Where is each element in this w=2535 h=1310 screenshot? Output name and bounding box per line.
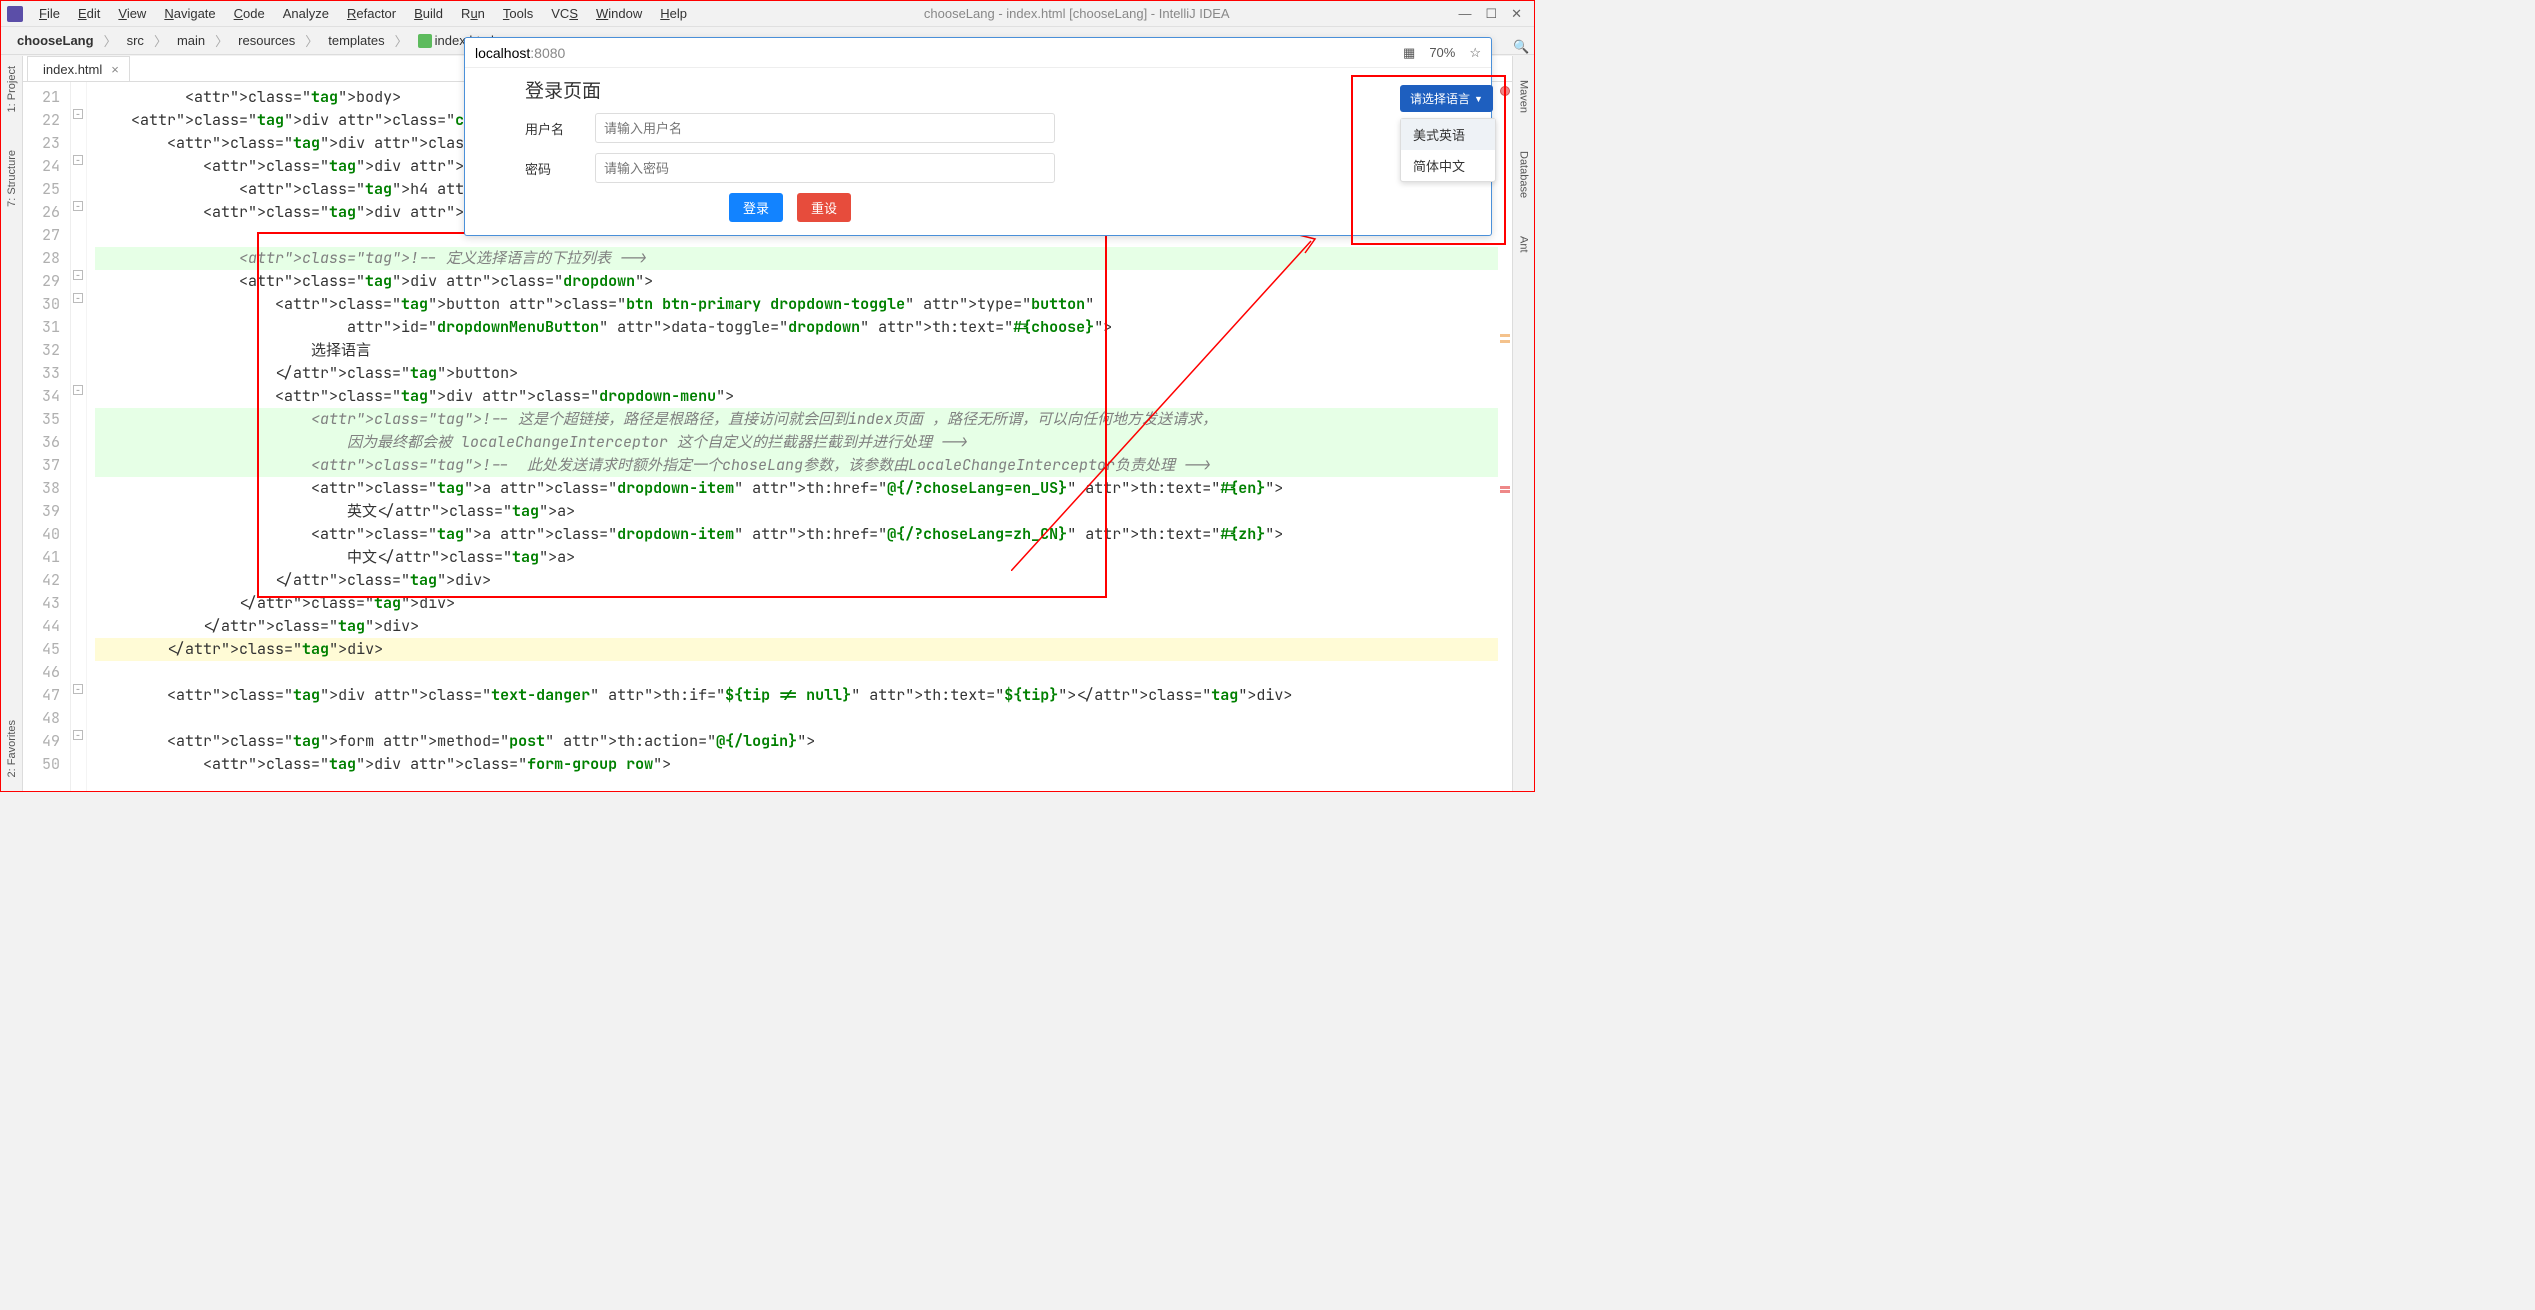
crumb-main[interactable]: main <box>171 32 211 49</box>
inspection-warn-icon[interactable] <box>1500 86 1510 96</box>
structure-tool-tab[interactable]: 7: Structure <box>5 146 19 211</box>
crumb-resources[interactable]: resources <box>232 32 301 49</box>
app-logo-icon <box>7 6 23 22</box>
menu-build[interactable]: Build <box>406 4 451 23</box>
error-stripe[interactable] <box>1498 82 1512 791</box>
crumb-project[interactable]: chooseLang <box>11 32 100 49</box>
language-option-zh[interactable]: 简体中文 <box>1401 150 1495 181</box>
login-button[interactable]: 登录 <box>729 193 783 222</box>
ant-tool-tab[interactable]: Ant <box>1517 232 1531 257</box>
menu-run[interactable]: Run <box>453 4 493 23</box>
editor-tab-index[interactable]: index.html × <box>27 56 130 81</box>
maximize-icon[interactable]: ☐ <box>1485 6 1497 22</box>
favorites-tool-tab[interactable]: 2: Favorites <box>5 716 19 781</box>
menu-vcs[interactable]: VCS <box>543 4 586 23</box>
database-tool-tab[interactable]: Database <box>1517 147 1531 202</box>
password-label: 密码 <box>525 159 595 178</box>
menu-refactor[interactable]: Refactor <box>339 4 404 23</box>
menu-tools[interactable]: Tools <box>495 4 541 23</box>
project-tool-tab[interactable]: 1: Project <box>5 62 19 116</box>
password-input[interactable] <box>595 153 1055 183</box>
language-option-en[interactable]: 美式英语 <box>1401 119 1495 150</box>
window-title: chooseLang - index.html [chooseLang] - I… <box>697 6 1456 21</box>
left-tool-strip: 1: Project 7: Structure 2: Favorites <box>1 56 23 791</box>
crumb-src[interactable]: src <box>121 32 150 49</box>
line-number-gutter: 2122232425262728293031323334353637383940… <box>23 82 71 791</box>
maven-tool-tab[interactable]: Maven <box>1517 76 1531 117</box>
menu-bar: FileEditViewNavigateCodeAnalyzeRefactorB… <box>1 1 1534 27</box>
search-icon[interactable]: 🔍 <box>1513 39 1527 53</box>
menu-edit[interactable]: Edit <box>70 4 108 23</box>
menu-analyze[interactable]: Analyze <box>275 4 337 23</box>
username-input[interactable] <box>595 113 1055 143</box>
close-tab-icon[interactable]: × <box>111 62 119 77</box>
menu-code[interactable]: Code <box>226 4 273 23</box>
toolbar-right-icons: 🔍 <box>1512 39 1528 53</box>
menu-help[interactable]: Help <box>652 4 695 23</box>
language-dropdown-button[interactable]: 请选择语言▼ <box>1400 85 1493 112</box>
html-file-icon <box>418 34 432 48</box>
fold-gutter: -------- <box>71 82 87 791</box>
close-icon[interactable]: ✕ <box>1511 6 1522 22</box>
zoom-level[interactable]: 70% <box>1429 45 1455 60</box>
language-dropdown-menu: 美式英语 简体中文 <box>1400 118 1496 182</box>
caret-down-icon: ▼ <box>1474 94 1483 104</box>
crumb-templates[interactable]: templates <box>322 32 390 49</box>
login-page-title: 登录页面 <box>525 76 1055 103</box>
menu-window[interactable]: Window <box>588 4 650 23</box>
menu-file[interactable]: File <box>31 4 68 23</box>
minimize-icon[interactable]: — <box>1458 6 1471 22</box>
browser-address-bar: localhost:8080 ▦ 70% ☆ <box>465 38 1491 68</box>
menu-view[interactable]: View <box>110 4 154 23</box>
menu-navigate[interactable]: Navigate <box>156 4 223 23</box>
reset-button[interactable]: 重设 <box>797 193 851 222</box>
browser-preview: localhost:8080 ▦ 70% ☆ 登录页面 用户名 密码 登录 重设 <box>464 37 1492 236</box>
username-label: 用户名 <box>525 119 595 138</box>
bookmark-star-icon[interactable]: ☆ <box>1469 45 1481 61</box>
url-text[interactable]: localhost:8080 <box>475 45 1393 61</box>
right-tool-strip: Maven Database Ant <box>1512 56 1534 791</box>
qr-icon[interactable]: ▦ <box>1403 45 1415 61</box>
